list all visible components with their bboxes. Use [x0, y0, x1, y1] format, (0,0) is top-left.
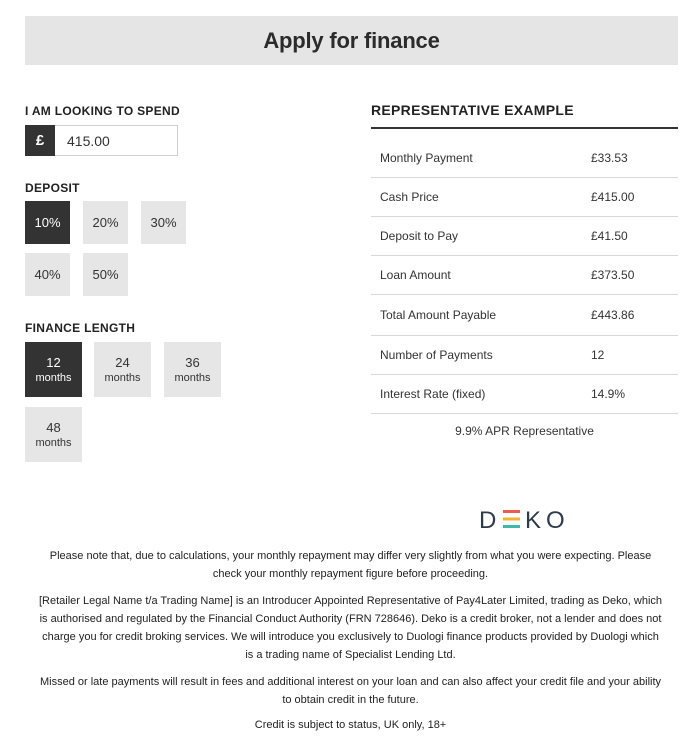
row-label: Deposit to Pay — [380, 229, 459, 243]
logo-letter-d: D — [479, 507, 496, 531]
title-divider — [371, 127, 678, 129]
row-value: 14.9% — [591, 387, 626, 401]
row-label: Loan Amount — [380, 268, 451, 282]
logo-e-bar-bottom — [503, 525, 520, 528]
term-number: 48 — [46, 419, 61, 435]
term-unit: months — [35, 371, 72, 384]
logo-e-bar-top — [503, 510, 520, 513]
row-label: Monthly Payment — [380, 151, 473, 165]
deposit-option-40[interactable]: 40% — [25, 253, 70, 296]
row-label: Cash Price — [380, 190, 439, 204]
table-row: Cash Price £415.00 — [371, 178, 678, 217]
deposit-label: DEPOSIT — [25, 181, 80, 195]
deposit-option-10[interactable]: 10% — [25, 201, 70, 244]
term-option-12[interactable]: 12 months — [25, 342, 82, 397]
row-value: £41.50 — [591, 229, 628, 243]
row-label: Number of Payments — [380, 348, 493, 362]
row-label: Total Amount Payable — [380, 308, 497, 322]
table-row: Loan Amount £373.50 — [371, 256, 678, 295]
table-row: Monthly Payment £33.53 — [371, 139, 678, 178]
representative-example-title: REPRESENTATIVE EXAMPLE — [371, 102, 574, 118]
representative-table: Monthly Payment £33.53 Cash Price £415.0… — [371, 139, 678, 414]
row-value: £443.86 — [591, 308, 635, 322]
credit-status-note: Credit is subject to status, UK only, 18… — [254, 719, 447, 731]
logo-letter-k: K — [525, 507, 541, 531]
row-value: 12 — [591, 348, 605, 362]
row-value: £373.50 — [591, 268, 635, 282]
spend-field: £ — [25, 125, 178, 156]
term-unit: months — [174, 371, 211, 384]
table-row: Interest Rate (fixed) 14.9% — [371, 375, 678, 414]
legal-disclaimer: [Retailer Legal Name t/a Trading Name] i… — [38, 595, 663, 661]
deposit-option-50[interactable]: 50% — [83, 253, 128, 296]
table-row: Total Amount Payable £443.86 — [371, 295, 678, 336]
page-title: Apply for finance — [263, 27, 440, 53]
term-number: 12 — [46, 354, 61, 370]
logo-e-bar-middle — [503, 517, 520, 521]
row-value: £33.53 — [591, 151, 628, 165]
term-option-36[interactable]: 36 months — [164, 342, 221, 397]
apr-representative: 9.9% APR Representative — [455, 424, 594, 438]
term-unit: months — [35, 436, 72, 449]
term-number: 24 — [115, 354, 130, 370]
term-number: 36 — [185, 354, 200, 370]
page-header: Apply for finance — [25, 16, 678, 65]
missed-payments-warning: Missed or late payments will result in f… — [39, 676, 662, 706]
currency-symbol: £ — [25, 125, 55, 156]
table-row: Number of Payments 12 — [371, 336, 678, 375]
term-option-48[interactable]: 48 months — [25, 407, 82, 462]
row-label: Interest Rate (fixed) — [380, 387, 486, 401]
term-option-24[interactable]: 24 months — [94, 342, 151, 397]
term-unit: months — [104, 371, 141, 384]
deposit-option-30[interactable]: 30% — [141, 201, 186, 244]
logo-letter-o: O — [546, 507, 565, 531]
deposit-option-20[interactable]: 20% — [83, 201, 128, 244]
calculation-note: Please note that, due to calculations, y… — [49, 550, 652, 580]
table-row: Deposit to Pay £41.50 — [371, 217, 678, 256]
row-value: £415.00 — [591, 190, 635, 204]
spend-label: I AM LOOKING TO SPEND — [25, 104, 180, 118]
deko-logo: D K O — [479, 507, 565, 531]
finance-length-label: FINANCE LENGTH — [25, 321, 136, 335]
spend-amount-input[interactable] — [55, 125, 178, 156]
